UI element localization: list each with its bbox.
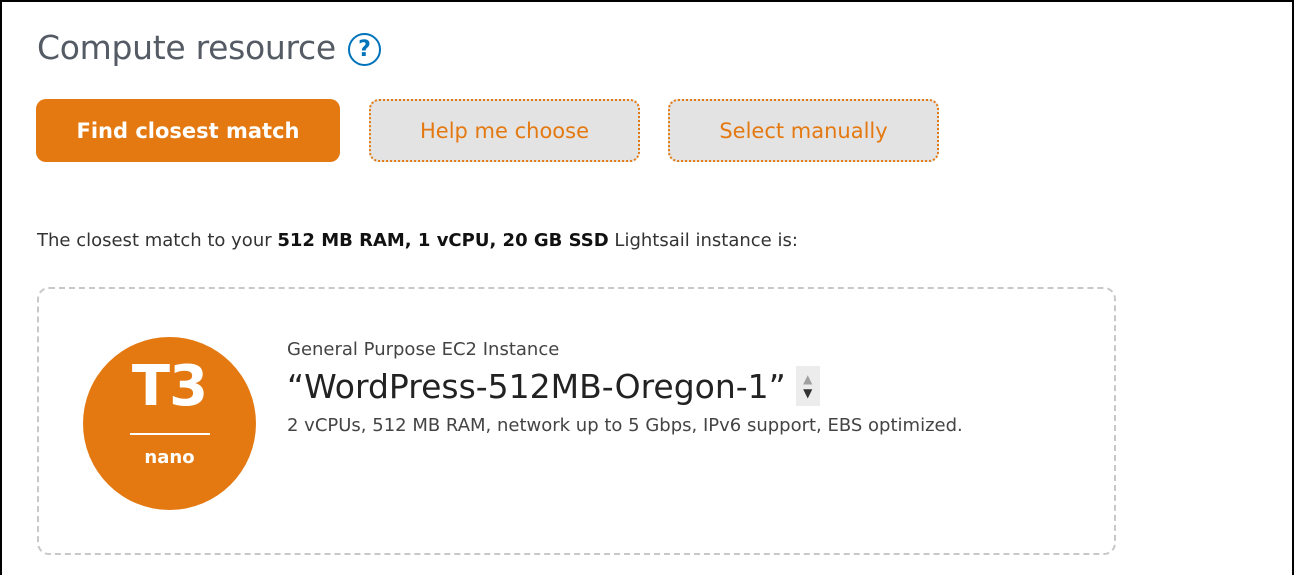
section-title: Compute resource	[37, 28, 336, 67]
instance-name-spinner[interactable]: ▲ ▼	[795, 366, 820, 406]
chevron-up-icon[interactable]: ▲	[803, 372, 812, 386]
badge-divider	[129, 433, 210, 435]
instance-card: T3 nano General Purpose EC2 Instance “Wo…	[37, 287, 1116, 555]
instance-name-row: “WordPress-512MB-Oregon-1” ▲ ▼	[287, 366, 1047, 406]
find-closest-match-button[interactable]: Find closest match	[36, 99, 340, 162]
instance-name: “WordPress-512MB-Oregon-1”	[287, 366, 786, 406]
instance-category: General Purpose EC2 Instance	[287, 339, 560, 360]
instance-badge: T3 nano	[83, 337, 256, 510]
description-spec: 512 MB RAM, 1 vCPU, 20 GB SSD	[277, 230, 609, 251]
select-manually-button[interactable]: Select manually	[668, 99, 939, 162]
instance-info: General Purpose EC2 Instance “WordPress-…	[287, 339, 1047, 441]
badge-size: nano	[144, 447, 195, 468]
chevron-down-icon[interactable]: ▼	[803, 386, 812, 400]
instance-details: 2 vCPUs, 512 MB RAM, network up to 5 Gbp…	[287, 415, 963, 436]
help-icon[interactable]: ?	[347, 33, 381, 66]
help-me-choose-button[interactable]: Help me choose	[369, 99, 640, 162]
badge-type: T3	[131, 354, 208, 419]
match-description: The closest match to your 512 MB RAM, 1 …	[37, 230, 798, 251]
description-suffix: Lightsail instance is:	[608, 230, 798, 251]
description-prefix: The closest match to your	[37, 230, 278, 251]
section-header: Compute resource ?	[37, 28, 381, 67]
